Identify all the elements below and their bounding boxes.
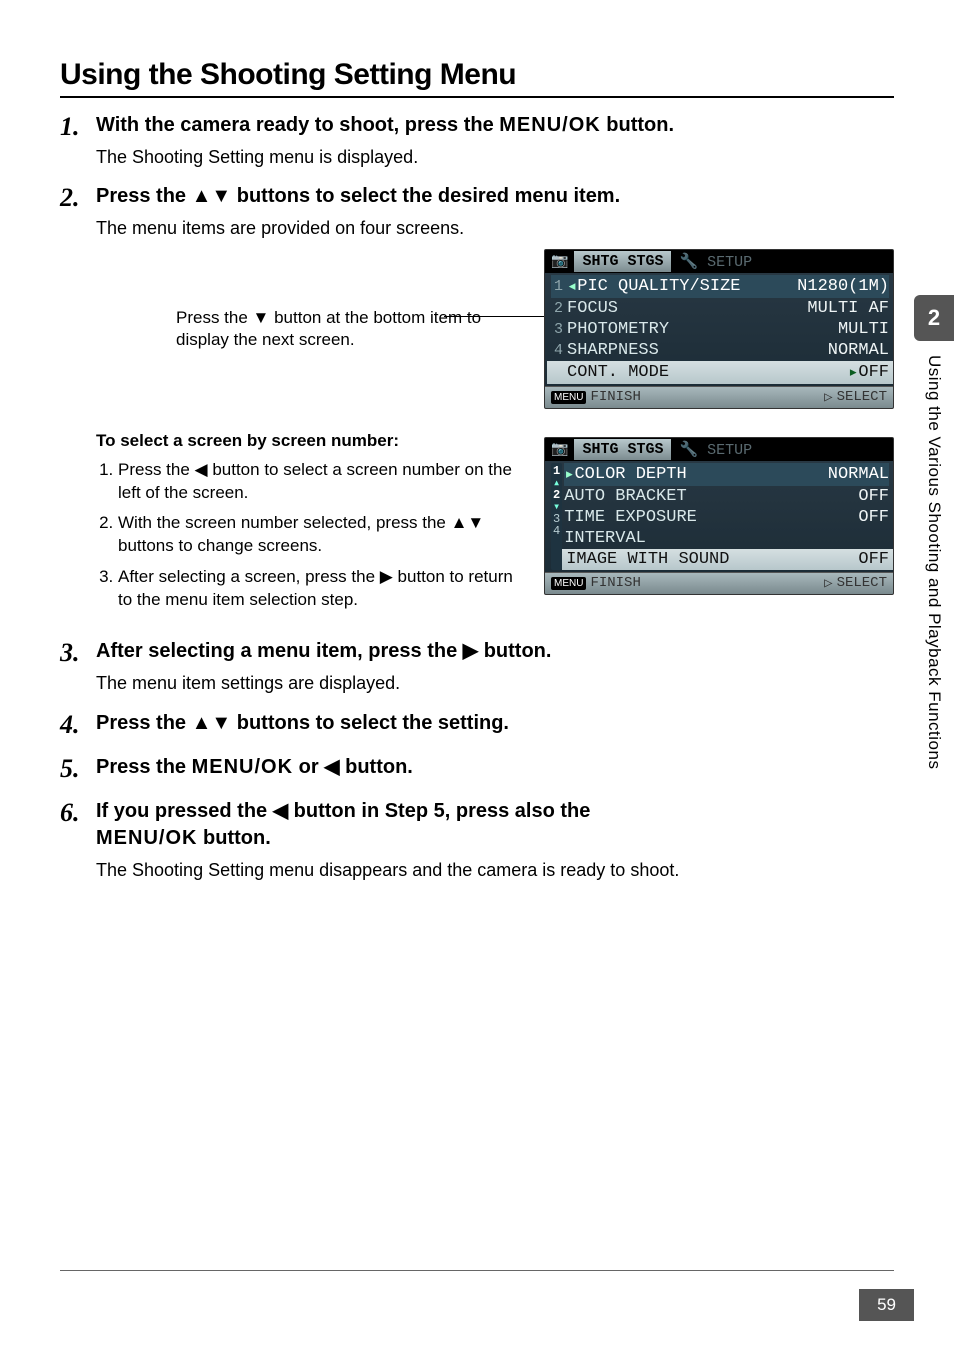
lcd-row: 2FOCUSMULTI AF — [551, 298, 889, 319]
lcd-screenshot-1: 📷 SHTG STGS 🔧 SETUP 1◂PIC QUALITY/SIZEN1… — [544, 249, 894, 409]
step-4: 4. Press the ▲▼ buttons to select the se… — [60, 710, 894, 740]
step-1: 1. With the camera ready to shoot, press… — [60, 112, 894, 169]
footer-select: SELECT — [837, 389, 887, 405]
lcd-row: AUTO BRACKETOFF — [564, 486, 889, 507]
step-5: 5. Press the MENU/OK or ◀ button. — [60, 754, 894, 784]
step-title: Press the ▲▼ buttons to select the setti… — [96, 710, 894, 737]
step-title: With the camera ready to shoot, press th… — [96, 112, 894, 139]
sub-block: To select a screen by screen number: Pre… — [60, 431, 894, 621]
caption-next-screen: Press the ▼ button at the bottom item to… — [96, 307, 544, 351]
step-number: 6. — [60, 798, 96, 828]
right-triangle-icon: ▷ — [824, 389, 832, 406]
camera-icon: 📷 — [545, 439, 574, 460]
tab-setup: 🔧 SETUP — [671, 438, 760, 461]
step-number: 2. — [60, 183, 96, 213]
step-title: Press the MENU/OK or ◀ button. — [96, 754, 894, 781]
lcd-screenshot-2: 📷 SHTG STGS 🔧 SETUP 1 ▴ 2 ▾ 3 4 ▸COLOR D… — [544, 437, 894, 595]
step-title: After selecting a menu item, press the ▶… — [96, 638, 894, 665]
step-desc: The menu items are provided on four scre… — [96, 216, 894, 240]
pager-down-icon: ▾ — [553, 501, 560, 513]
step-2: 2. Press the ▲▼ buttons to select the de… — [60, 183, 894, 240]
step-number: 5. — [60, 754, 96, 784]
right-triangle-icon: ▷ — [824, 575, 832, 592]
sub-item: Press the ◀ button to select a screen nu… — [118, 459, 526, 505]
lcd-row: ▸COLOR DEPTHNORMAL — [564, 463, 889, 486]
step-title-part: or ◀ button. — [293, 756, 413, 778]
step-number: 3. — [60, 638, 96, 668]
step-title-part: If you pressed the ◀ button in Step 5, p… — [96, 800, 590, 822]
menu-ok-label: MENU/OK — [499, 112, 600, 139]
caption-text: Press the ▼ button at the bottom item to… — [176, 308, 481, 349]
step-title: If you pressed the ◀ button in Step 5, p… — [96, 798, 894, 852]
step-6: 6. If you pressed the ◀ button in Step 5… — [60, 798, 894, 882]
step-number: 4. — [60, 710, 96, 740]
tab-shooting: SHTG STGS — [574, 439, 671, 460]
step-desc: The Shooting Setting menu is displayed. — [96, 145, 894, 169]
lcd-row: CONT. MODE▸ OFF — [547, 361, 893, 384]
menu-chip-icon: MENU — [551, 577, 586, 590]
step-title-part: button. — [601, 114, 674, 136]
step-title-part: button. — [197, 827, 270, 849]
menu-ok-label: MENU/OK — [192, 754, 293, 781]
step-desc: The menu item settings are displayed. — [96, 671, 894, 695]
step-title-part: With the camera ready to shoot, press th… — [96, 114, 499, 136]
footer-rule — [60, 1270, 894, 1271]
lcd-row: INTERVAL — [564, 528, 889, 549]
sub-title: To select a screen by screen number: — [96, 431, 526, 451]
lcd-row: TIME EXPOSUREOFF — [564, 507, 889, 528]
chapter-number: 2 — [914, 295, 954, 341]
screenshot-row-1: Press the ▼ button at the bottom item to… — [60, 249, 894, 409]
sub-item: With the screen number selected, press t… — [118, 512, 526, 558]
step-number: 1. — [60, 112, 96, 142]
lcd-row: IMAGE WITH SOUNDOFF — [562, 549, 893, 570]
lcd-footer: MENU FINISH ▷ SELECT — [545, 386, 893, 408]
tab-setup: 🔧 SETUP — [671, 250, 760, 273]
lcd-row: 1◂PIC QUALITY/SIZEN1280(1M) — [551, 275, 889, 298]
tab-shooting: SHTG STGS — [574, 251, 671, 272]
page-title: Using the Shooting Setting Menu — [60, 58, 894, 98]
menu-ok-label: MENU/OK — [96, 825, 197, 852]
sub-item: After selecting a screen, press the ▶ bu… — [118, 566, 526, 612]
step-title: Press the ▲▼ buttons to select the desir… — [96, 183, 894, 210]
footer-select: SELECT — [837, 575, 887, 591]
footer-finish: FINISH — [590, 389, 640, 405]
lcd-footer: MENU FINISH ▷ SELECT — [545, 572, 893, 594]
camera-icon: 📷 — [545, 251, 574, 272]
menu-chip-icon: MENU — [551, 391, 586, 404]
footer-finish: FINISH — [590, 575, 640, 591]
pager-num: 4 — [553, 525, 560, 537]
lcd-tabbar: 📷 SHTG STGS 🔧 SETUP — [545, 250, 893, 273]
pager-num: 1 — [553, 465, 560, 477]
step-title-part: Press the — [96, 756, 192, 778]
lcd-row: 4SHARPNESSNORMAL — [551, 340, 889, 361]
step-3: 3. After selecting a menu item, press th… — [60, 638, 894, 695]
lcd-row: 3PHOTOMETRYMULTI — [551, 319, 889, 340]
screen-pager: 1 ▴ 2 ▾ 3 4 — [551, 463, 562, 570]
pager-num: 3 — [553, 513, 560, 525]
pager-num: 2 — [553, 489, 560, 501]
side-tab: 2 Using the Various Shooting and Playbac… — [914, 295, 954, 769]
step-desc: The Shooting Setting menu disappears and… — [96, 858, 894, 882]
pager-up-icon: ▴ — [553, 477, 560, 489]
side-running-title: Using the Various Shooting and Playback … — [924, 355, 944, 769]
lcd-tabbar: 📷 SHTG STGS 🔧 SETUP — [545, 438, 893, 461]
page-number: 59 — [859, 1289, 914, 1321]
